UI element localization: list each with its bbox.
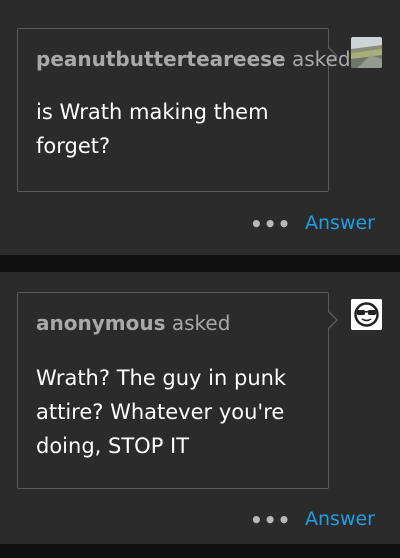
avatar	[351, 299, 382, 330]
question-text: Wrath? The guy in punk attire? Whatever …	[36, 366, 287, 458]
answer-button[interactable]: Answer	[305, 212, 375, 234]
sunglasses-face-avatar-icon	[351, 299, 382, 330]
ask-card: anonymous asked Wrath? The guy in punk a…	[0, 272, 400, 544]
landscape-photo-avatar-icon	[351, 37, 382, 68]
avatar[interactable]	[351, 37, 382, 68]
more-options-icon[interactable]: •••	[250, 508, 291, 532]
answer-button[interactable]: Answer	[305, 508, 375, 530]
asker-line: peanutbutterteareese asked	[36, 47, 351, 71]
asked-label: asked	[171, 311, 231, 335]
question-bubble: peanutbutterteareese asked is Wrath maki…	[17, 28, 351, 192]
asker-name: anonymous	[36, 311, 166, 335]
asker-line: anonymous asked	[36, 311, 230, 335]
bubble-tail	[327, 310, 338, 330]
more-options-icon[interactable]: •••	[250, 212, 291, 236]
asker-name[interactable]: peanutbutterteareese	[36, 47, 286, 71]
question-text: is Wrath making them forget?	[36, 100, 269, 158]
asked-label: asked	[291, 47, 351, 71]
question-bubble: anonymous asked Wrath? The guy in punk a…	[17, 292, 338, 489]
ask-card: peanutbutterteareese asked is Wrath maki…	[0, 0, 400, 255]
